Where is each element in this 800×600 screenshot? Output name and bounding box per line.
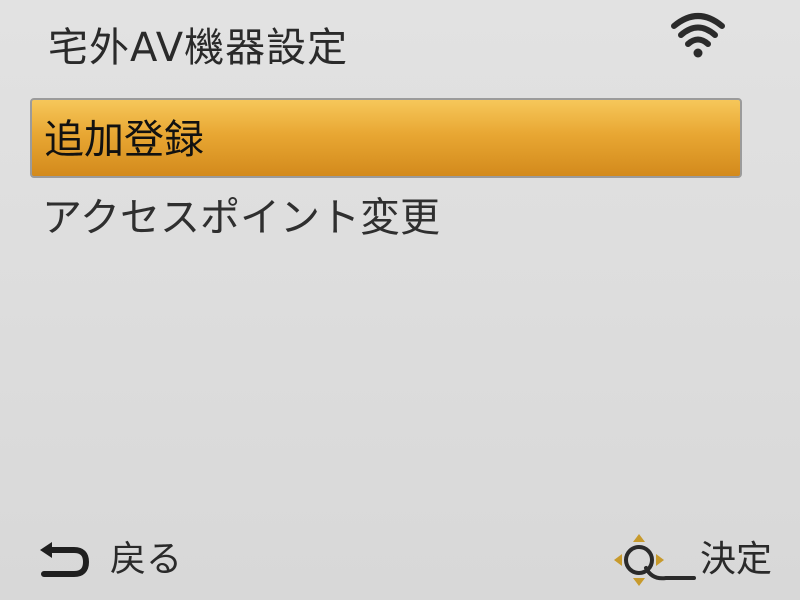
menu-item-change-access-point[interactable]: アクセスポイント変更 [30,178,742,258]
return-arrow-icon [40,542,90,577]
back-button[interactable]: 戻る [34,532,182,588]
confirm-label: 決定 [700,539,773,580]
confirm-button[interactable]: 決定 [610,530,772,590]
page-title: 宅外AV機器設定 [48,25,349,71]
menu-item-label: 追加登録 [44,117,204,163]
dpad-q-icon [614,534,696,586]
settings-screen: 宅外AV機器設定 追加登録 アクセスポイント変更 戻る 決定 [0,0,800,600]
back-label: 戻る [110,539,183,580]
menu-item-label: アクセスポイント変更 [42,195,440,241]
wifi-icon [671,13,725,58]
menu-list: 追加登録 アクセスポイント変更 [30,98,742,258]
menu-item-add-registration[interactable]: 追加登録 [30,98,742,178]
